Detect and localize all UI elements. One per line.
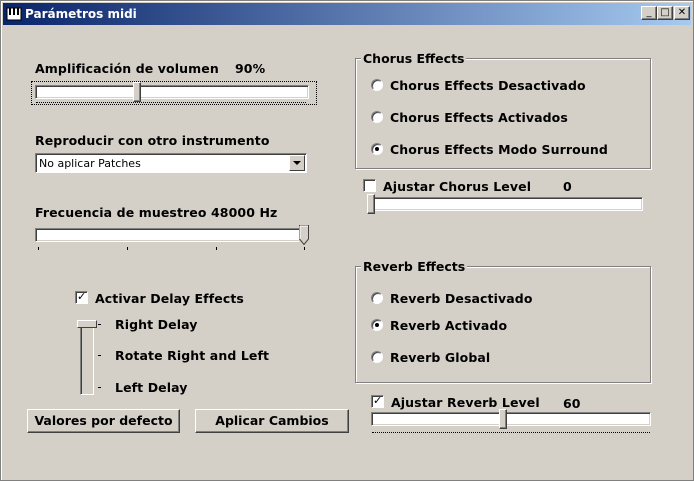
volume-slider-ticks xyxy=(36,102,306,103)
midi-parameters-window: Parámetros midi _ □ ✕ Amplificación de v… xyxy=(0,0,694,481)
maximize-icon: □ xyxy=(660,7,670,18)
sampling-tick xyxy=(304,247,305,250)
chorus-radio-on[interactable] xyxy=(371,111,383,123)
sampling-slider-track[interactable] xyxy=(35,228,309,242)
close-button[interactable]: ✕ xyxy=(674,6,690,20)
reverb-level-slider-ticks xyxy=(372,432,650,433)
defaults-button[interactable]: Valores por defecto xyxy=(27,409,180,433)
chorus-level-label: Ajustar Chorus Level xyxy=(383,179,532,194)
sampling-tick xyxy=(38,247,39,250)
reverb-option-global[interactable]: Reverb Global xyxy=(390,350,490,365)
delay-effects-label: Activar Delay Effects xyxy=(95,291,244,306)
instrument-label: Reproducir con otro instrumento xyxy=(35,133,270,148)
delay-tick xyxy=(98,324,101,325)
chorus-level-slider-track[interactable] xyxy=(367,197,643,211)
sampling-slider-thumb[interactable] xyxy=(299,225,309,246)
reverb-radio-off[interactable] xyxy=(371,292,383,304)
reverb-level-slider-thumb[interactable] xyxy=(498,409,507,429)
sampling-tick xyxy=(216,247,217,250)
window-title: Parámetros midi xyxy=(25,7,137,21)
chevron-down-icon xyxy=(293,161,301,165)
volume-slider-thumb[interactable] xyxy=(133,82,142,102)
chorus-option-off[interactable]: Chorus Effects Desactivado xyxy=(390,78,586,93)
instrument-select[interactable]: No aplicar Patches xyxy=(35,153,307,173)
chorus-radio-surround[interactable] xyxy=(371,143,383,155)
volume-value: 90% xyxy=(235,61,266,76)
reverb-level-value: 60 xyxy=(563,396,581,411)
delay-effects-checkbox[interactable] xyxy=(75,290,88,304)
delay-option-right[interactable]: Right Delay xyxy=(115,317,198,332)
minimize-icon: _ xyxy=(646,7,652,18)
delay-slider-thumb[interactable] xyxy=(77,320,97,328)
chorus-level-value: 0 xyxy=(563,179,572,194)
reverb-radio-global[interactable] xyxy=(371,351,383,363)
chorus-level-slider-thumb[interactable] xyxy=(367,194,375,214)
instrument-select-value: No aplicar Patches xyxy=(39,157,141,170)
chorus-effects-legend: Chorus Effects xyxy=(361,51,467,66)
dropdown-button[interactable] xyxy=(289,155,305,171)
volume-slider-track[interactable] xyxy=(35,85,309,99)
minimize-button[interactable]: _ xyxy=(641,6,657,20)
reverb-effects-legend: Reverb Effects xyxy=(361,259,468,274)
sampling-tick xyxy=(127,247,128,250)
midi-app-icon xyxy=(6,7,22,21)
delay-tick xyxy=(98,387,101,388)
reverb-level-slider-track[interactable] xyxy=(371,412,651,426)
title-bar[interactable]: Parámetros midi _ □ ✕ xyxy=(3,3,691,25)
sampling-value: 48000 Hz xyxy=(211,205,278,220)
apply-button[interactable]: Aplicar Cambios xyxy=(195,409,349,433)
sampling-label: Frecuencia de muestreo xyxy=(35,205,207,220)
reverb-level-checkbox[interactable] xyxy=(371,394,384,408)
delay-option-left[interactable]: Left Delay xyxy=(115,380,188,395)
reverb-radio-on[interactable] xyxy=(371,319,383,331)
chorus-option-on[interactable]: Chorus Effects Activados xyxy=(390,110,568,125)
delay-slider-track[interactable] xyxy=(80,321,94,395)
chorus-level-checkbox[interactable] xyxy=(363,179,376,192)
maximize-button[interactable]: □ xyxy=(657,6,673,20)
chorus-option-surround[interactable]: Chorus Effects Modo Surround xyxy=(390,142,608,157)
chorus-radio-off[interactable] xyxy=(371,79,383,91)
delay-option-rotate[interactable]: Rotate Right and Left xyxy=(115,348,269,363)
delay-tick xyxy=(98,355,101,356)
volume-label: Amplificación de volumen xyxy=(35,61,219,76)
slider-pointer-icon xyxy=(299,225,309,246)
close-icon: ✕ xyxy=(677,7,687,18)
reverb-option-off[interactable]: Reverb Desactivado xyxy=(390,291,533,306)
reverb-option-on[interactable]: Reverb Activado xyxy=(390,318,507,333)
reverb-level-label: Ajustar Reverb Level xyxy=(391,395,540,410)
